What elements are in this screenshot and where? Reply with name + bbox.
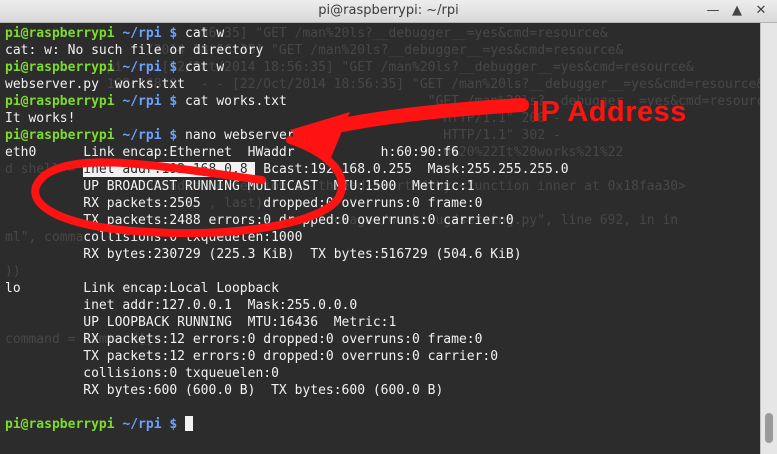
prompt-path: ~/rpi $ <box>114 417 186 432</box>
output-line: RX packets:2505 dropped:0 overruns:0 fra… <box>5 196 483 211</box>
output-line: eth0 Link encap:Ethernet HWaddr h:60:90:… <box>5 145 459 160</box>
command-text: cat works.txt <box>185 94 287 109</box>
maximize-button[interactable]: ▲ <box>728 2 746 20</box>
output-line: inet addr:127.0.0.1 Mask:255.0.0.0 <box>5 298 358 313</box>
output-line: RX bytes:600 (600.0 B) TX bytes:600 (600… <box>5 383 444 398</box>
prompt-user: pi@raspberrypi <box>5 128 115 143</box>
output-line: collisions:0 txqueuelen:0 <box>5 366 279 381</box>
output-line: TX packets:2488 errors:0 dropped:0 overr… <box>5 213 514 228</box>
output-line: UP LOOPBACK RUNNING MTU:16436 Metric:1 <box>5 315 397 330</box>
output-line: UP BROADCAST RUNNING MULTICAST MTU:1500 … <box>5 179 475 194</box>
output-line: RX bytes:230729 (225.3 KiB) TX bytes:516… <box>5 247 522 262</box>
prompt-user: pi@raspberrypi <box>5 94 115 109</box>
window-title: pi@raspberrypi: ~/rpi <box>318 3 459 18</box>
command-text: cat w <box>185 26 225 41</box>
terminal-window: pi@raspberrypi: ~/rpi — ▲ ✕ :56:35] "GET… <box>0 0 777 454</box>
terminal-area[interactable]: :56:35] "GET /man%20ls?__debugger__=yes&… <box>0 23 760 454</box>
prompt-user: pi@raspberrypi <box>5 60 115 75</box>
prompt-user: pi@raspberrypi <box>5 26 115 41</box>
output-line: lo Link encap:Local Loopback <box>5 281 279 296</box>
scrollbar[interactable] <box>760 23 777 454</box>
background-text-line: )) <box>5 264 21 279</box>
highlighted-ip-address: inet addr:192.168.0.8 <box>83 162 256 177</box>
output-line: It works! <box>5 111 76 126</box>
output-line: TX packets:12 errors:0 dropped:0 overrun… <box>5 349 499 364</box>
prompt-line: pi@raspberrypi ~/rpi $ cat w <box>5 25 224 42</box>
output-line: cat: w: No such file or directory <box>5 43 264 58</box>
command-text: cat w <box>185 60 225 75</box>
prompt-line: pi@raspberrypi ~/rpi $ nano webserver.p <box>5 127 310 144</box>
prompt-user: pi@raspberrypi <box>5 417 115 432</box>
prompt-path: ~/rpi $ <box>114 128 186 143</box>
minimize-button[interactable]: — <box>704 2 722 20</box>
prompt-path: ~/rpi $ <box>114 94 186 109</box>
output-line: webserver.py works.txt <box>5 77 186 92</box>
prompt-line: pi@raspberrypi ~/rpi $ <box>5 416 194 433</box>
output-line: inet addr:192.168.0.8 Bcast:192.168.0.25… <box>83 162 569 177</box>
background-text-line: HTTP/1.1" 200 - <box>5 111 561 126</box>
close-button[interactable]: ✕ <box>752 2 770 20</box>
annotation-label: IP Address <box>532 96 687 128</box>
title-bar[interactable]: pi@raspberrypi: ~/rpi — ▲ ✕ <box>0 0 777 23</box>
command-text: nano webserver.p <box>185 128 311 143</box>
scrollbar-thumb[interactable] <box>765 413 773 443</box>
output-line: collisions:0 txqueuelen:1000 <box>5 230 303 245</box>
output-line: RX packets:12 errors:0 dropped:0 overrun… <box>5 332 483 347</box>
prompt-path: ~/rpi $ <box>114 60 186 75</box>
text-cursor <box>185 416 194 431</box>
prompt-line: pi@raspberrypi ~/rpi $ cat works.txt <box>5 93 287 110</box>
prompt-path: ~/rpi $ <box>114 26 186 41</box>
prompt-line: pi@raspberrypi ~/rpi $ cat w <box>5 59 224 76</box>
